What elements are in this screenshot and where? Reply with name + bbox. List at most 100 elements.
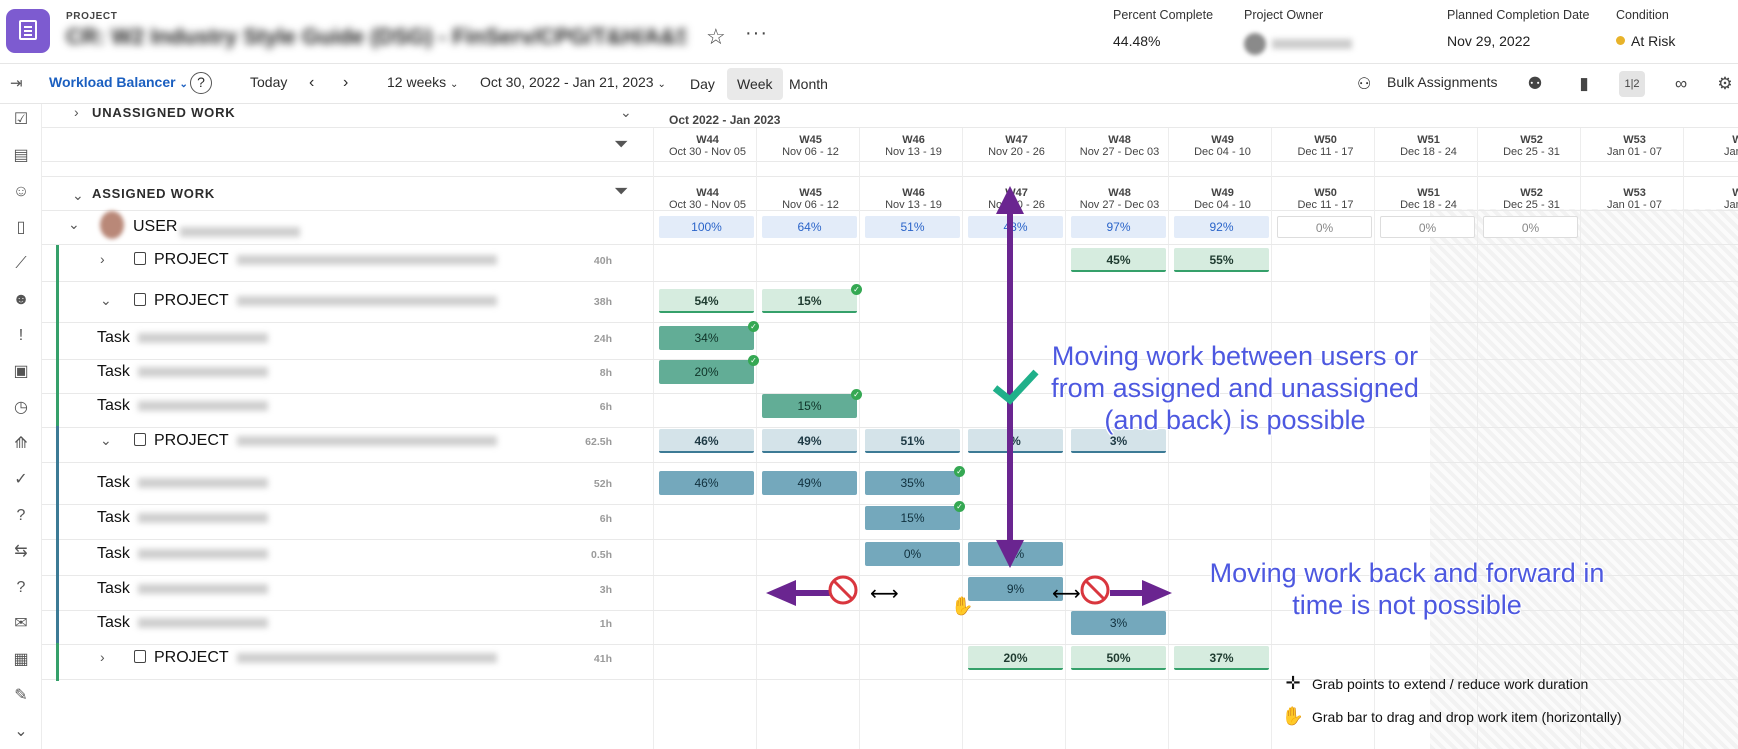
hours-clock-icon[interactable]: ◷: [11, 398, 31, 418]
work-bar[interactable]: 15%: [865, 506, 960, 530]
utilization-cell[interactable]: 0%: [1483, 216, 1578, 238]
work-bar[interactable]: 15%: [762, 394, 857, 418]
work-bar[interactable]: 0%: [865, 542, 960, 566]
work-bar[interactable]: 34%: [659, 326, 754, 350]
month-view-tab[interactable]: Month: [779, 68, 838, 100]
utilization-cell[interactable]: 100%: [659, 216, 754, 238]
utilization-cell[interactable]: 48%: [968, 216, 1063, 238]
date-range-dropdown[interactable]: Oct 30, 2022 - Jan 21, 2023 ⌄: [480, 74, 666, 90]
task-row-label[interactable]: TaskStakeholder Share Out Page (email): [97, 545, 268, 563]
notes-icon[interactable]: ✎: [11, 686, 31, 706]
complete-check-icon: ✓: [748, 321, 759, 332]
updates-icon[interactable]: ☺: [11, 182, 31, 202]
collapse-panel-icon[interactable]: ⇥: [10, 74, 23, 92]
work-bar[interactable]: 55%: [1174, 248, 1269, 272]
unassigned-filter-icon[interactable]: ⏷: [614, 134, 628, 155]
work-bar[interactable]: 1%: [968, 542, 1063, 566]
next-arrow-icon[interactable]: ›: [343, 74, 348, 92]
utilization-cell[interactable]: 0%: [1380, 216, 1475, 238]
duration-dropdown[interactable]: 12 weeks ⌄: [387, 74, 458, 90]
work-bar[interactable]: 46%: [659, 471, 754, 495]
day-view-tab[interactable]: Day: [680, 68, 725, 100]
user-collapse-icon[interactable]: ⌄: [68, 216, 80, 233]
link-icon[interactable]: ∞: [1668, 71, 1694, 97]
favorite-star-icon[interactable]: ☆: [706, 24, 726, 50]
task-row-label[interactable]: TaskQA & Internal Review: [97, 509, 268, 527]
complete-check-icon: ✓: [954, 466, 965, 477]
week-view-tab[interactable]: Week: [727, 68, 783, 100]
work-bar[interactable]: 49%: [762, 471, 857, 495]
row-expand-icon[interactable]: ⌄: [100, 432, 112, 449]
utilization-cell[interactable]: 0%: [1277, 216, 1372, 238]
week-column-header: W44 Oct 30 - Nov 05: [668, 187, 747, 211]
task-row-label[interactable]: TaskRefinement: [97, 580, 268, 598]
work-bar[interactable]: 49%: [762, 429, 857, 453]
split-view-icon[interactable]: 1|2: [1619, 71, 1645, 97]
work-bar[interactable]: 15%: [762, 289, 857, 313]
task-row-label[interactable]: TaskEdit Review: [97, 397, 268, 415]
approvals-check-icon[interactable]: ✓: [11, 470, 31, 490]
assigned-collapse-icon[interactable]: ⌄: [72, 187, 84, 204]
work-bar[interactable]: 50%: [1071, 646, 1166, 670]
row-expand-icon[interactable]: ›: [100, 251, 105, 267]
work-bar[interactable]: 3%: [1071, 611, 1166, 635]
user-name: USER: [133, 218, 178, 235]
work-bar[interactable]: 37%: [1174, 646, 1269, 670]
week-column-header: W48 Nov 27 - Dec 03: [1079, 134, 1160, 158]
row-hours: 0.5h: [590, 549, 612, 561]
work-bar[interactable]: 51%: [865, 429, 960, 453]
expand-more-icon[interactable]: ⌄: [11, 722, 31, 742]
condition: Condition At Risk: [1616, 8, 1676, 49]
today-button[interactable]: Today: [250, 74, 287, 90]
settings-gear-icon[interactable]: ⚙: [1712, 71, 1738, 97]
issues-icon[interactable]: !: [11, 326, 31, 346]
unassigned-collapse-icon[interactable]: ⌄: [620, 104, 632, 121]
unassigned-expand-icon[interactable]: ›: [74, 104, 79, 120]
chat-icon[interactable]: ✉: [11, 614, 31, 634]
work-bar[interactable]: 20%: [968, 646, 1063, 670]
task-row-label[interactable]: TaskMockup Review - Wait: [97, 329, 268, 347]
owner-avatar[interactable]: [1244, 33, 1266, 55]
chart-icon[interactable]: ▮: [1571, 71, 1597, 97]
project-app-icon[interactable]: [6, 9, 50, 53]
trend-icon[interactable]: ⟰: [11, 434, 31, 454]
requests-icon[interactable]: ?: [11, 506, 31, 526]
task-row-label[interactable]: TaskProduction: [97, 474, 268, 492]
assigned-filter-icon[interactable]: ⏷: [614, 181, 628, 202]
bulk-assign-user-icon[interactable]: ⚇: [1357, 74, 1371, 94]
templates-icon[interactable]: ▦: [11, 650, 31, 670]
work-bar[interactable]: 54%: [659, 289, 754, 313]
details-icon[interactable]: ▤: [11, 146, 31, 166]
project-row-label[interactable]: ⌄PROJECTBird 1, ARR Brand Conversion 202…: [100, 292, 497, 310]
routing-icon[interactable]: ⇆: [11, 542, 31, 562]
more-options-icon[interactable]: ···: [745, 22, 768, 45]
view-selector[interactable]: Workload Balancer ⌄: [49, 74, 188, 90]
project-row-label[interactable]: ›PROJECTBrand Camp Background: [100, 251, 497, 269]
bulk-assignments-button[interactable]: Bulk Assignments: [1387, 74, 1498, 90]
task-row-label[interactable]: TaskLeverage files via projects used in …: [97, 614, 268, 632]
documents-icon[interactable]: ▯: [11, 218, 31, 238]
people-icon[interactable]: ☻: [11, 290, 31, 310]
project-row-label[interactable]: ›PROJECTW4 Industry Style Guide - FinSer…: [100, 649, 497, 667]
utilization-cell[interactable]: 64%: [762, 216, 857, 238]
project-row-label[interactable]: ⌄PROJECTW2 Industry Style Guide (DSG) - …: [100, 432, 497, 450]
utilization-cell[interactable]: 97%: [1071, 216, 1166, 238]
task-row-label[interactable]: TaskMock SEO: [97, 363, 268, 381]
row-expand-icon[interactable]: ›: [100, 649, 105, 665]
work-bar[interactable]: 20%: [659, 360, 754, 384]
timeline-icon[interactable]: ⟋: [11, 254, 31, 274]
help-icon[interactable]: ?: [190, 72, 212, 94]
team-icon[interactable]: ⚉: [1522, 71, 1548, 97]
user-avatar[interactable]: [100, 211, 124, 239]
work-bar[interactable]: 35%: [865, 471, 960, 495]
utilization-cell[interactable]: 51%: [865, 216, 960, 238]
work-bar[interactable]: 45%: [1071, 248, 1166, 272]
help-request-icon[interactable]: ?: [11, 578, 31, 598]
work-bar[interactable]: 9%: [968, 577, 1063, 601]
utilization-cell[interactable]: 92%: [1174, 216, 1269, 238]
row-expand-icon[interactable]: ⌄: [100, 292, 112, 309]
work-bar[interactable]: 46%: [659, 429, 754, 453]
tasks-icon[interactable]: ☑: [11, 110, 31, 130]
previous-arrow-icon[interactable]: ‹: [309, 74, 314, 92]
board-icon[interactable]: ▣: [11, 362, 31, 382]
